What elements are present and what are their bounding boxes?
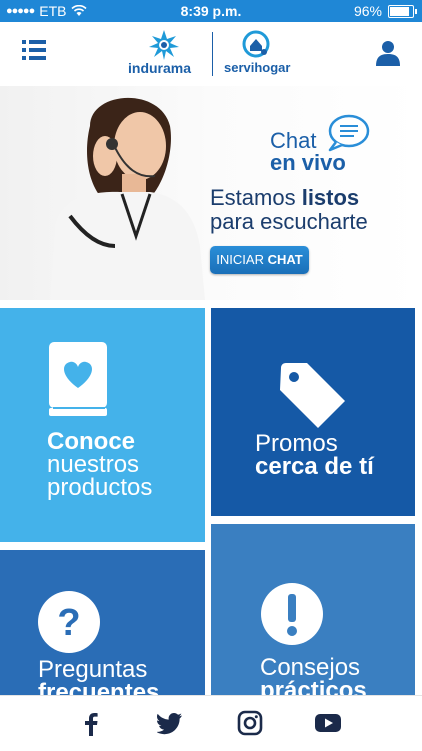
exclamation-circle-icon [261,583,323,645]
servihogar-logo: servihogar [224,60,291,75]
tile-promos-light: Promos [255,430,338,457]
price-tag-icon [280,363,345,428]
tagline-end: para escucharte [210,209,368,234]
logo-divider [212,32,213,76]
agent-photo [50,97,205,300]
user-account-button[interactable] [376,40,400,66]
start-chat-label-light: INICIAR [216,252,268,267]
status-right: 96% [353,3,417,19]
svg-text:?: ? [57,602,80,644]
servihogar-house-icon [242,30,270,58]
tile-promos-strong: cerca de tí [255,453,374,480]
start-chat-button[interactable]: INICIAR CHAT [210,246,309,274]
battery-icon [388,4,417,18]
youtube-icon[interactable] [315,710,341,736]
menu-line-icon [22,56,46,60]
menu-line-icon [22,48,46,52]
menu-line-icon [22,40,46,44]
battery-percent: 96% [353,3,382,19]
tile-products-line2: productos [47,474,153,501]
app-header: indurama servihogar [0,22,422,86]
menu-button[interactable] [22,40,46,62]
banner-tagline: Estamos listos para escucharte [210,186,368,234]
tile-products-strong: Conoce [47,428,136,455]
indurama-star-icon [149,30,179,60]
tagline-start: Estamos [210,185,302,210]
tile-tips-light: Consejos [260,654,361,681]
heart-book-icon [49,342,107,416]
tile-products[interactable]: Conoce nuestros productos [0,308,205,542]
tagline-bold: listos [301,185,360,210]
tile-products-text: Conoce nuestros productos [47,428,153,501]
live-word: en vivo [270,150,346,175]
tile-faq-light: Preguntas [38,656,148,683]
brand-logos: indurama servihogar [128,30,298,78]
chat-bubble-icon [328,114,370,152]
social-bar [0,695,422,751]
chat-banner[interactable]: Chat en vivo Estamos listos para escucha… [0,86,422,300]
tile-promos[interactable]: Promos cerca de tí [211,308,415,516]
user-icon [376,41,400,66]
tile-products-line1: nuestros [47,451,140,478]
battery-fill [390,6,409,16]
instagram-icon[interactable] [237,710,263,736]
facebook-icon[interactable] [78,710,104,736]
indurama-logo: indurama [128,60,192,76]
tile-promos-text: Promos cerca de tí [255,430,374,480]
status-bar: ●●●●● ETB 8:39 p.m. 96% [0,0,422,22]
twitter-icon[interactable] [157,710,183,736]
start-chat-label-bold: CHAT [267,252,303,267]
question-circle-icon: ? [38,591,100,653]
